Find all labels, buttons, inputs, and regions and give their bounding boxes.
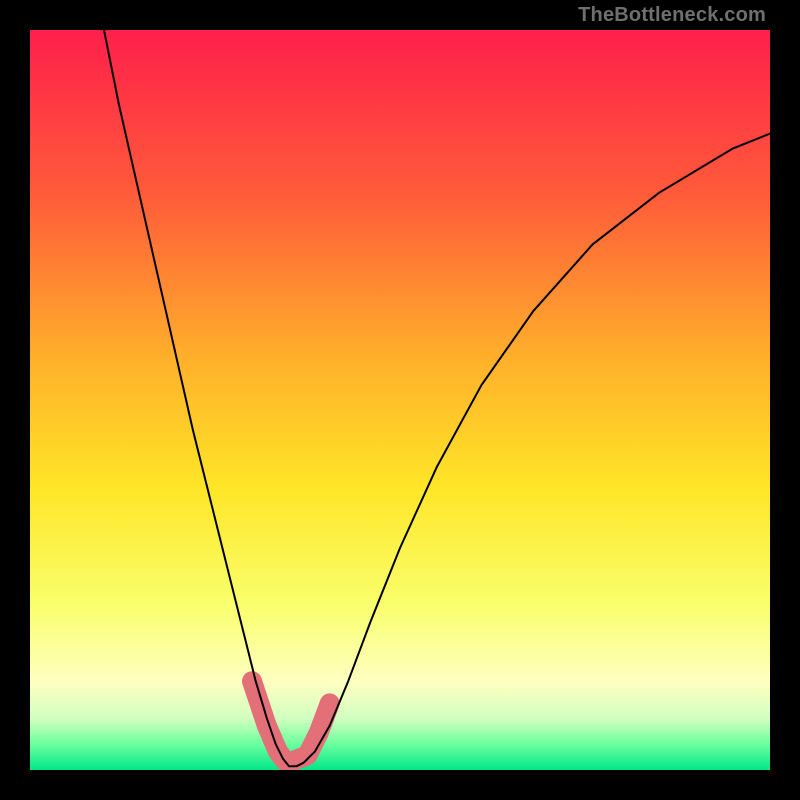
valley-marker-path — [252, 681, 330, 761]
chart-frame: TheBottleneck.com — [0, 0, 800, 800]
chart-canvas — [30, 30, 770, 770]
bottleneck-curve-path — [104, 30, 770, 766]
watermark-text: TheBottleneck.com — [578, 4, 766, 27]
plot-area — [30, 30, 770, 770]
